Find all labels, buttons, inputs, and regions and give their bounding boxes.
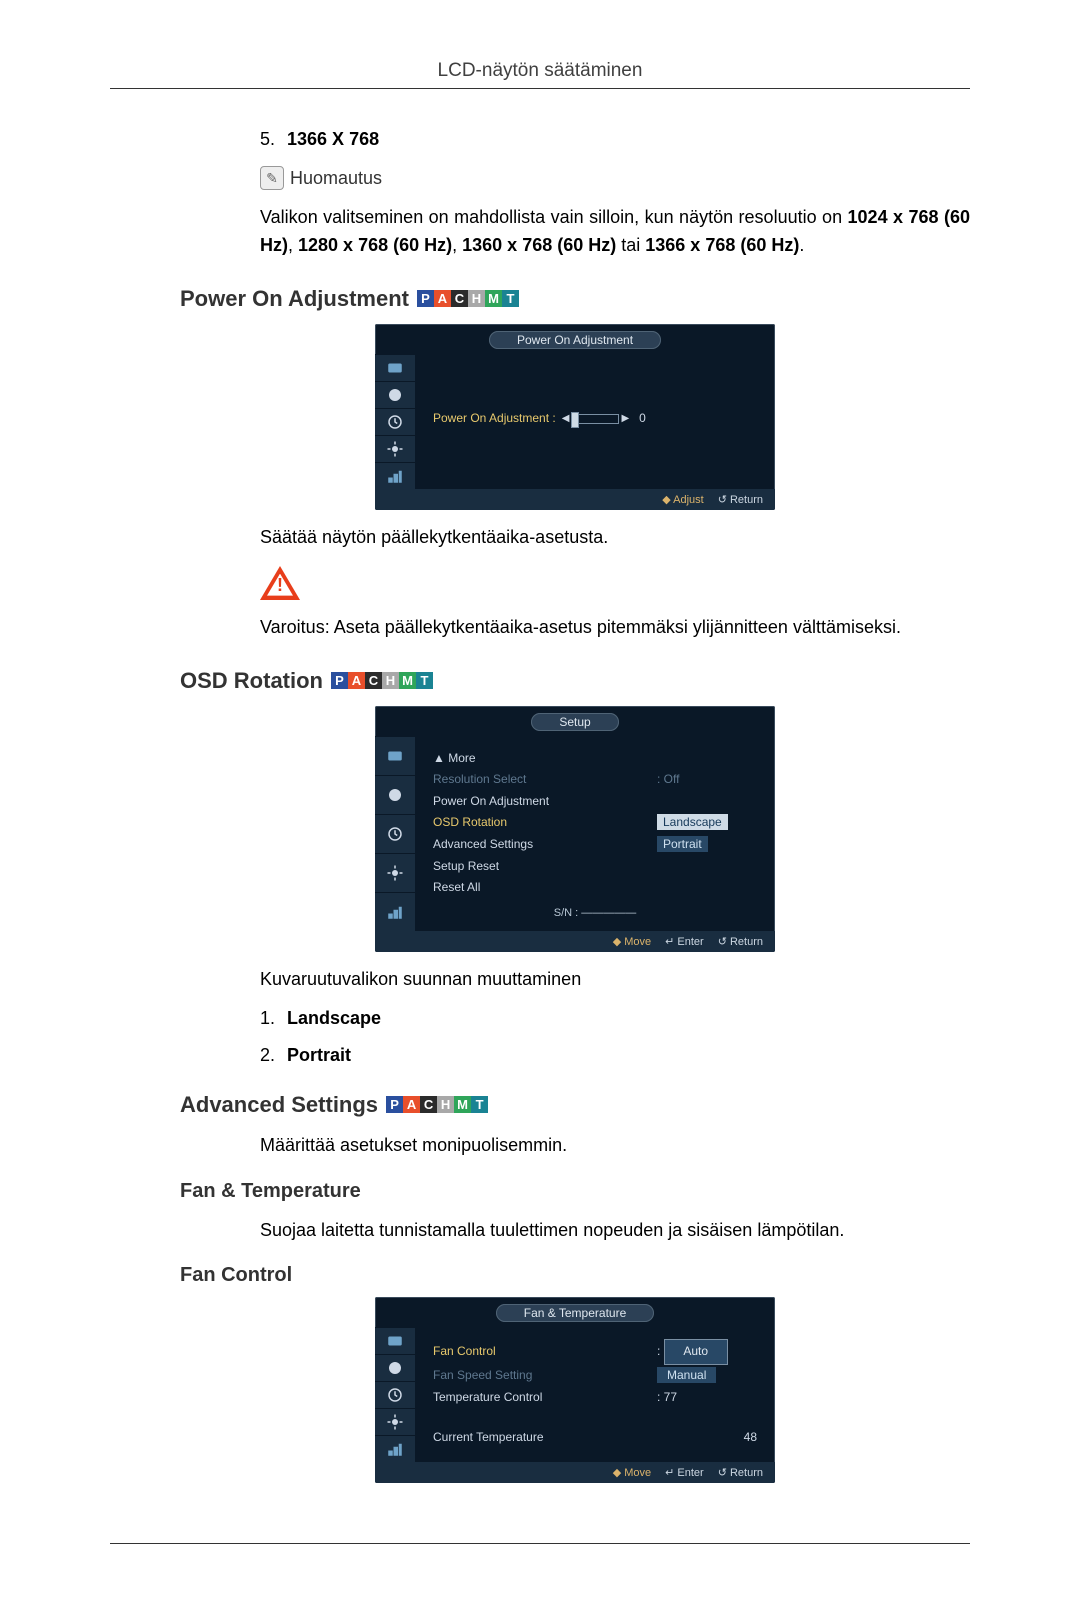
osd-hint-move: ◆ Move (613, 1466, 651, 1479)
osd-tab-picture-icon[interactable] (375, 775, 415, 814)
osd-hint-enter: ↵ Enter (665, 1466, 704, 1479)
note-heading: ✎ Huomautus (260, 166, 970, 190)
osd-value: 0 (639, 408, 646, 430)
osd-option-manual[interactable]: Manual (657, 1367, 716, 1383)
osd-tab-input-icon[interactable] (375, 736, 415, 775)
osd-tab-setup-icon[interactable] (375, 853, 415, 892)
osd-tab-multi-icon[interactable] (375, 462, 415, 489)
osd-setup: Setup ▲ More Resolution Select : Off Powe… (375, 706, 775, 952)
note-paragraph: Valikon valitseminen on mahdollista vain… (260, 204, 970, 260)
osd-item[interactable]: Power On Adjustment (433, 791, 549, 813)
rotation-description: Kuvaruutuvalikon suunnan muuttaminen (260, 966, 970, 994)
fan-temp-description: Suojaa laitetta tunnistamalla tuulettime… (260, 1217, 970, 1245)
power-description: Säätää näytön päällekytkentäaika-asetust… (260, 524, 970, 552)
power-warning: Varoitus: Aseta päällekytkentäaika-asetu… (260, 614, 970, 642)
osd-fan-temperature: Fan & Temperature Fan Control: Auto Fan … (375, 1297, 775, 1483)
osd-current-temp-value: 48 (744, 1430, 757, 1444)
osd-value: : Off (657, 769, 757, 791)
osd-slider[interactable]: ◀ ▶ (562, 410, 629, 428)
warning-icon: ! (260, 566, 300, 600)
list-item: 1. Landscape (260, 1008, 970, 1029)
osd-sidebar (375, 354, 415, 489)
osd-current-temp-label: Current Temperature (433, 1430, 544, 1444)
osd-field-label: Power On Adjustment : (433, 408, 556, 430)
osd-sidebar (375, 736, 415, 931)
list-item-num: 5. (260, 129, 282, 150)
tag-a-icon: A (348, 672, 365, 689)
heading-osd-rotation: OSD Rotation P A C H M T (180, 668, 970, 694)
osd-hint-return: ↺ Return (718, 935, 763, 948)
osd-item[interactable]: Reset All (433, 877, 480, 899)
tag-h-icon: H (468, 290, 485, 307)
osd-tab-picture-icon[interactable] (375, 1354, 415, 1381)
tag-a-icon: A (434, 290, 451, 307)
osd-more[interactable]: ▲ More (433, 748, 476, 770)
mode-tags: P A C H M T (417, 290, 519, 307)
osd-sidebar (375, 1327, 415, 1462)
osd-hint-return: ↺ Return (718, 493, 763, 506)
tag-p-icon: P (331, 672, 348, 689)
osd-tab-setup-icon[interactable] (375, 1408, 415, 1435)
osd-serial: S/N : ————— (433, 907, 757, 919)
osd-item[interactable]: Advanced Settings (433, 834, 533, 856)
tag-c-icon: C (451, 290, 468, 307)
mode-tags: P A C H M T (386, 1096, 488, 1113)
osd-title: Setup (531, 713, 618, 731)
heading-fan-control: Fan Control (180, 1264, 970, 1287)
adv-description: Määrittää asetukset monipuolisemmin. (260, 1132, 970, 1160)
osd-item[interactable]: Setup Reset (433, 856, 499, 878)
tag-t-icon: T (416, 672, 433, 689)
osd-title: Power On Adjustment (489, 331, 661, 349)
osd-tab-time-icon[interactable] (375, 814, 415, 853)
heading-power-on-adjustment: Power On Adjustment P A C H M T (180, 286, 970, 312)
list-item: 2. Portrait (260, 1045, 970, 1066)
osd-item[interactable]: Resolution Select (433, 769, 526, 791)
osd-tab-setup-icon[interactable] (375, 435, 415, 462)
osd-hint-move: ◆ Move (613, 935, 651, 948)
tag-m-icon: M (485, 290, 502, 307)
osd-option-landscape[interactable]: Landscape (657, 814, 728, 830)
osd-item-selected[interactable]: OSD Rotation (433, 812, 507, 834)
tag-c-icon: C (420, 1096, 437, 1113)
mode-tags: P A C H M T (331, 672, 433, 689)
osd-tab-picture-icon[interactable] (375, 381, 415, 408)
osd-tab-multi-icon[interactable] (375, 1435, 415, 1462)
osd-title: Fan & Temperature (496, 1304, 655, 1322)
osd-option-auto[interactable]: Auto (664, 1339, 728, 1365)
note-label: Huomautus (290, 168, 382, 189)
osd-tab-multi-icon[interactable] (375, 892, 415, 931)
osd-hint-adjust: ◆ Adjust (662, 493, 703, 506)
tag-p-icon: P (386, 1096, 403, 1113)
heading-fan-temperature: Fan & Temperature (180, 1180, 970, 1203)
note-icon: ✎ (260, 166, 284, 190)
tag-h-icon: H (382, 672, 399, 689)
list-item-5: 5. 1366 X 768 (260, 129, 970, 150)
list-item-label: 1366 X 768 (287, 129, 379, 149)
tag-t-icon: T (502, 290, 519, 307)
osd-value: : 77 (657, 1387, 757, 1409)
osd-tab-time-icon[interactable] (375, 408, 415, 435)
tag-t-icon: T (471, 1096, 488, 1113)
osd-item[interactable]: Temperature Control (433, 1387, 542, 1409)
osd-option-portrait[interactable]: Portrait (657, 836, 708, 852)
tag-a-icon: A (403, 1096, 420, 1113)
osd-hint-enter: ↵ Enter (665, 935, 704, 948)
osd-tab-time-icon[interactable] (375, 1381, 415, 1408)
tag-c-icon: C (365, 672, 382, 689)
osd-tab-input-icon[interactable] (375, 354, 415, 381)
tag-m-icon: M (399, 672, 416, 689)
page-title: LCD-näytön säätäminen (110, 60, 970, 89)
osd-hint-return: ↺ Return (718, 1466, 763, 1479)
osd-item[interactable]: Fan Speed Setting (433, 1365, 532, 1387)
osd-power-on-adjustment: Power On Adjustment Power On Adjustment … (375, 324, 775, 510)
tag-p-icon: P (417, 290, 434, 307)
osd-tab-input-icon[interactable] (375, 1327, 415, 1354)
tag-m-icon: M (454, 1096, 471, 1113)
footer-rule (110, 1543, 970, 1544)
heading-advanced-settings: Advanced Settings P A C H M T (180, 1092, 970, 1118)
osd-item-selected[interactable]: Fan Control (433, 1341, 496, 1363)
tag-h-icon: H (437, 1096, 454, 1113)
